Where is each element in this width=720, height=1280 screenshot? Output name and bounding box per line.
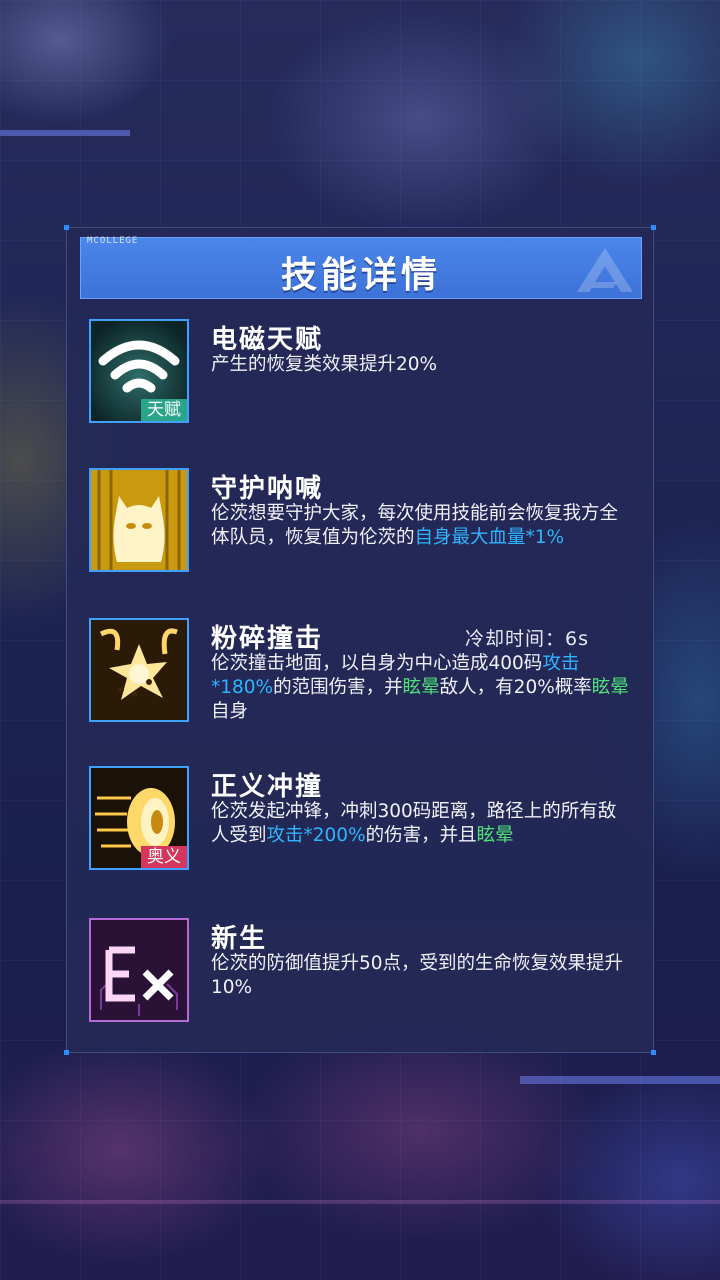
ex-rebirth-icon — [91, 920, 187, 1020]
description-text: 伦茨的防御值提升50点，受到的生命恢复效果提升10% — [211, 953, 624, 998]
skill-row[interactable]: 粉碎撞击 冷却时间：6s 伦茨撞击地面，以自身为中心造成400码攻击*180%的… — [89, 618, 649, 728]
talent-badge: 天赋 — [141, 399, 187, 421]
skill-description: 伦茨的防御值提升50点，受到的生命恢复效果提升10% — [211, 952, 631, 1000]
description-text: 的伤害，并且 — [365, 825, 477, 846]
skill-name: 粉碎撞击 — [211, 624, 324, 654]
skill-description: 伦茨想要守护大家，每次使用技能前会恢复我方全体队员，恢复值为伦茨的自身最大血量*… — [211, 502, 631, 550]
panel-title: 技能详情 — [280, 255, 441, 296]
skill-details-panel: MCOLLEGE 技能详情 天赋 电磁天赋 产生的恢复类效果提升20% 守护呐喊… — [64, 225, 656, 1055]
background-streak — [0, 130, 130, 136]
description-text: 敌人，有20%概率 — [439, 677, 592, 698]
ultimate-badge: 奥义 — [141, 846, 187, 868]
panel-corner-marker — [64, 1050, 69, 1055]
description-text: 产生的恢复类效果提升20% — [211, 354, 438, 375]
description-text: 的范围伤害，并 — [273, 677, 403, 698]
description-text: 自身 — [211, 701, 249, 722]
skill-icon: 奥义 — [89, 766, 189, 870]
background-streak — [0, 1200, 720, 1204]
skill-row[interactable]: 奥义 正义冲撞 伦茨发起冲锋，冲刺300码距离，路径上的所有敌人受到攻击*200… — [89, 766, 649, 876]
skill-row[interactable]: 守护呐喊 伦茨想要守护大家，每次使用技能前会恢复我方全体队员，恢复值为伦茨的自身… — [89, 468, 649, 578]
guardian-shout-icon — [91, 470, 187, 570]
skill-icon — [89, 618, 189, 722]
header-tag: MCOLLEGE — [87, 236, 139, 246]
skill-icon — [89, 918, 189, 1022]
skill-row[interactable]: 天赋 电磁天赋 产生的恢复类效果提升20% — [89, 319, 649, 429]
skill-icon: 天赋 — [89, 319, 189, 423]
panel-corner-marker — [651, 1050, 656, 1055]
skill-name: 正义冲撞 — [211, 772, 324, 802]
smash-impact-icon — [91, 620, 187, 720]
academy-logo-icon — [577, 248, 633, 292]
highlighted-term: 眩晕 — [402, 677, 440, 698]
skill-name: 新生 — [211, 924, 268, 954]
description-text: 伦茨撞击地面，以自身为中心造成400码 — [211, 653, 543, 674]
highlighted-term: 眩晕 — [476, 825, 514, 846]
panel-corner-marker — [64, 225, 69, 230]
panel-header: MCOLLEGE 技能详情 — [80, 236, 642, 299]
highlighted-term: 攻击*200% — [266, 825, 366, 846]
skill-description: 伦茨发起冲锋，冲刺300码距离，路径上的所有敌人受到攻击*200%的伤害，并且眩… — [211, 800, 631, 848]
skill-name: 守护呐喊 — [211, 474, 324, 504]
highlighted-term: 自身最大血量*1% — [414, 527, 565, 548]
highlighted-term: 眩晕 — [591, 677, 629, 698]
skill-name: 电磁天赋 — [211, 325, 324, 355]
skill-row[interactable]: 新生 伦茨的防御值提升50点，受到的生命恢复效果提升10% — [89, 918, 649, 1028]
skill-description: 伦茨撞击地面，以自身为中心造成400码攻击*180%的范围伤害，并眩晕敌人，有2… — [211, 652, 631, 724]
cooldown-label: 冷却时间：6s — [465, 628, 589, 650]
skill-icon — [89, 468, 189, 572]
background-streak — [520, 1076, 720, 1084]
panel-corner-marker — [651, 225, 656, 230]
skill-description: 产生的恢复类效果提升20% — [211, 353, 631, 377]
